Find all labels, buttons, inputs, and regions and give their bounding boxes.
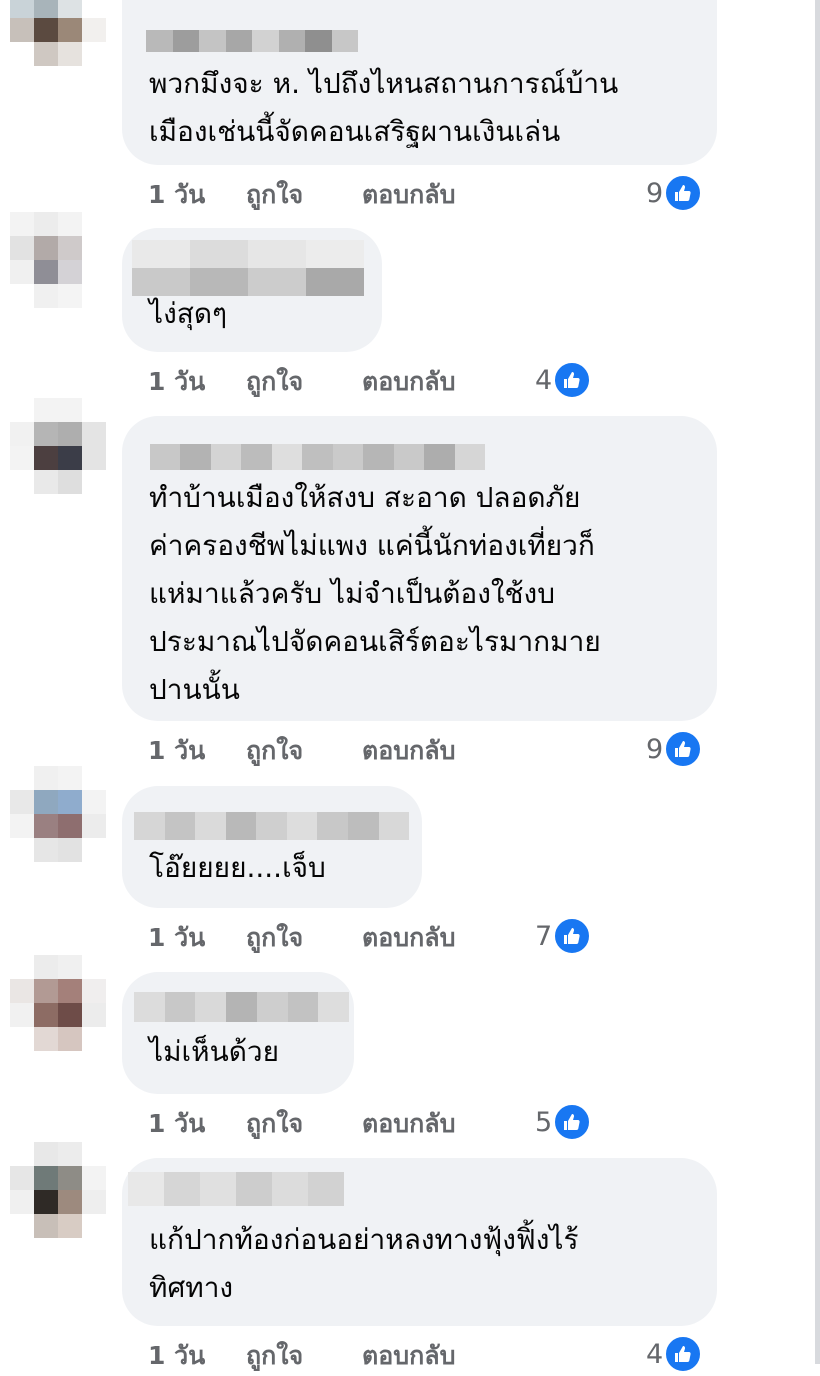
scrollbar-track[interactable] [815, 0, 820, 1364]
blurred-author-name[interactable] [150, 444, 485, 470]
comment-actions: 1 วัน ถูกใจ ตอบกลับ [148, 918, 532, 958]
comment-text: ไง่สุดๆ [149, 297, 228, 330]
avatar[interactable] [10, 0, 106, 90]
comment-actions: 1 วัน ถูกใจ ตอบกลับ [148, 731, 532, 771]
comment-text: โอ๊ยยยย....เจ็บ [149, 851, 326, 884]
reaction-count: 9 [646, 177, 664, 209]
blurred-author-name[interactable] [128, 1172, 344, 1206]
reaction-summary[interactable]: 5 [535, 1102, 592, 1142]
reply-button[interactable]: ตอบกลับ [362, 918, 532, 958]
reaction-summary[interactable]: 4 [535, 360, 592, 400]
reply-button[interactable]: ตอบกลับ [362, 731, 532, 771]
comment-timestamp[interactable]: 1 วัน [148, 731, 246, 771]
comment-actions: 1 วัน ถูกใจ ตอบกลับ [148, 175, 532, 215]
like-thumbs-up-icon [664, 730, 703, 768]
reaction-summary[interactable]: 4 [646, 1334, 703, 1374]
avatar[interactable] [10, 766, 106, 862]
comment-timestamp[interactable]: 1 วัน [148, 1104, 246, 1144]
avatar[interactable] [10, 1142, 106, 1238]
reaction-count: 4 [535, 364, 553, 396]
like-button[interactable]: ถูกใจ [246, 1336, 362, 1376]
like-thumbs-up-icon [553, 1103, 592, 1141]
like-button[interactable]: ถูกใจ [246, 362, 362, 402]
reply-button[interactable]: ตอบกลับ [362, 362, 532, 402]
comment-bubble: ไม่เห็นด้วย [122, 972, 354, 1094]
reply-button[interactable]: ตอบกลับ [362, 175, 532, 215]
like-button[interactable]: ถูกใจ [246, 175, 362, 215]
blurred-author-name[interactable] [146, 30, 358, 52]
comment-timestamp[interactable]: 1 วัน [148, 1336, 246, 1376]
comment-bubble: พวกมึงจะ ห. ไปถึงไหนสถานการณ์บ้าน เมืองเ… [122, 0, 717, 165]
comment-actions: 1 วัน ถูกใจ ตอบกลับ [148, 362, 532, 402]
like-thumbs-up-icon [664, 1335, 703, 1373]
blurred-author-name[interactable] [132, 240, 364, 296]
like-thumbs-up-icon [553, 361, 592, 399]
comment-actions: 1 วัน ถูกใจ ตอบกลับ [148, 1104, 532, 1144]
comment-bubble: โอ๊ยยยย....เจ็บ [122, 786, 422, 908]
reaction-count: 4 [646, 1338, 664, 1370]
reaction-summary[interactable]: 9 [646, 173, 703, 213]
comment-actions: 1 วัน ถูกใจ ตอบกลับ [148, 1336, 532, 1376]
reaction-summary[interactable]: 9 [646, 729, 703, 769]
comment-bubble: แก้ปากท้องก่อนอย่าหลงทางฟุ้งฟิ้งไร้ ทิศท… [122, 1158, 717, 1326]
comment-text: แก้ปากท้องก่อนอย่าหลงทางฟุ้งฟิ้งไร้ ทิศท… [149, 1223, 579, 1304]
comment-bubble: ไง่สุดๆ [122, 228, 382, 352]
reaction-count: 5 [535, 1106, 553, 1138]
blurred-author-name[interactable] [134, 992, 350, 1022]
reaction-count: 7 [535, 920, 553, 952]
comment-text: ไม่เห็นด้วย [149, 1035, 280, 1068]
avatar[interactable] [10, 955, 106, 1051]
blurred-author-name[interactable] [134, 812, 410, 840]
comment-bubble: ทำบ้านเมืองให้สงบ สะอาด ปลอดภัย ค่าครองช… [122, 416, 717, 721]
reply-button[interactable]: ตอบกลับ [362, 1104, 532, 1144]
comment-text: พวกมึงจะ ห. ไปถึงไหนสถานการณ์บ้าน เมืองเ… [149, 67, 619, 148]
comment-text: ทำบ้านเมืองให้สงบ สะอาด ปลอดภัย ค่าครองช… [149, 481, 601, 706]
comment-timestamp[interactable]: 1 วัน [148, 362, 246, 402]
comment-timestamp[interactable]: 1 วัน [148, 175, 246, 215]
reaction-summary[interactable]: 7 [535, 916, 592, 956]
reply-button[interactable]: ตอบกลับ [362, 1336, 532, 1376]
comment-timestamp[interactable]: 1 วัน [148, 918, 246, 958]
avatar[interactable] [10, 212, 106, 308]
reaction-count: 9 [646, 733, 664, 765]
like-button[interactable]: ถูกใจ [246, 1104, 362, 1144]
like-button[interactable]: ถูกใจ [246, 731, 362, 771]
like-thumbs-up-icon [664, 174, 703, 212]
like-thumbs-up-icon [553, 917, 592, 955]
avatar[interactable] [10, 398, 106, 494]
like-button[interactable]: ถูกใจ [246, 918, 362, 958]
